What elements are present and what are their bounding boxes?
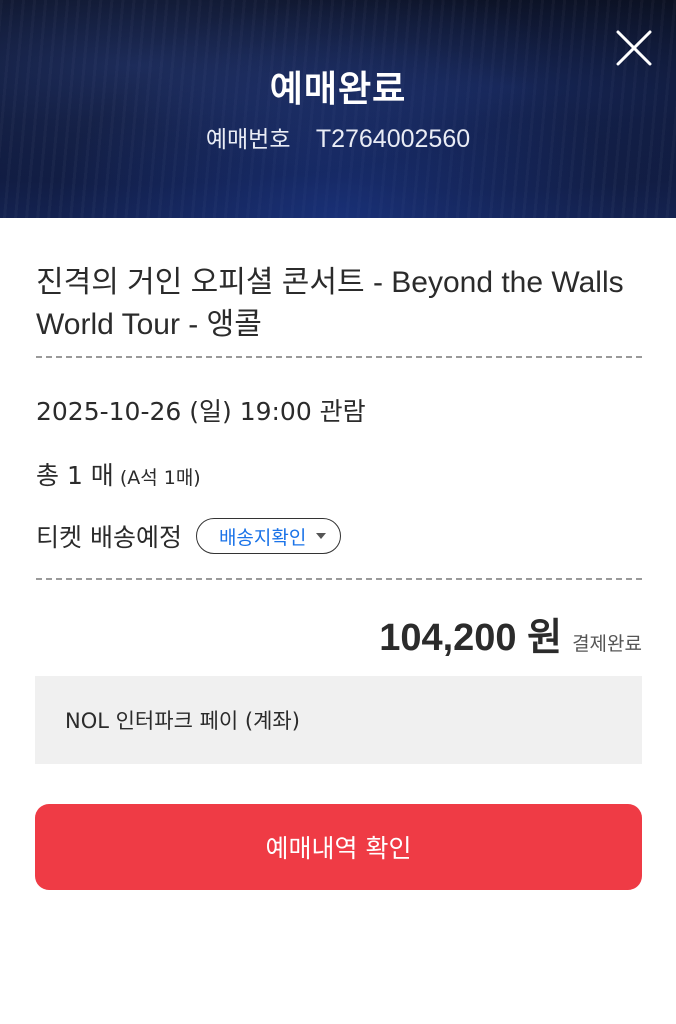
total-amount: 104,200 원 — [379, 617, 563, 659]
performance-date: 2025-10-26 (일) 19:00 관람 — [36, 397, 366, 426]
booking-number-line: 예매번호 T2764002560 — [0, 120, 676, 154]
ticket-count: 총 1 매 (A석 1매) — [36, 456, 201, 492]
price-row: 104,200 원 결제완료 — [379, 606, 642, 661]
delivery-row: 티켓 배송예정 배송지확인 — [36, 518, 342, 554]
delivery-address-dropdown[interactable]: 배송지확인 — [195, 518, 342, 554]
ticket-count-detail: (A석 1매) — [119, 467, 201, 489]
booking-number: T2764002560 — [315, 125, 471, 153]
caret-down-icon — [316, 533, 327, 539]
payment-method: NOL 인터파크 페이 (계좌) — [65, 709, 300, 733]
page-title: 예매완료 — [269, 69, 407, 110]
booking-number-label: 예매번호 — [205, 127, 291, 153]
header-banner: 예매완료 예매번호 T2764002560 — [0, 0, 676, 218]
payment-method-box: NOL 인터파크 페이 (계좌) — [35, 676, 642, 764]
payment-status: 결제완료 — [572, 633, 642, 655]
event-title: 진격의 거인 오피셜 콘서트 - Beyond the Walls World … — [36, 266, 624, 341]
booking-card: 진격의 거인 오피셜 콘서트 - Beyond the Walls World … — [0, 218, 676, 1024]
delivery-address-dropdown-label: 배송지확인 — [218, 526, 307, 549]
divider — [36, 356, 642, 358]
divider — [36, 578, 642, 580]
view-booking-history-button[interactable]: 예매내역 확인 — [35, 804, 642, 890]
delivery-status: 티켓 배송예정 — [36, 523, 182, 552]
ticket-count-main: 총 1 매 — [36, 461, 114, 490]
